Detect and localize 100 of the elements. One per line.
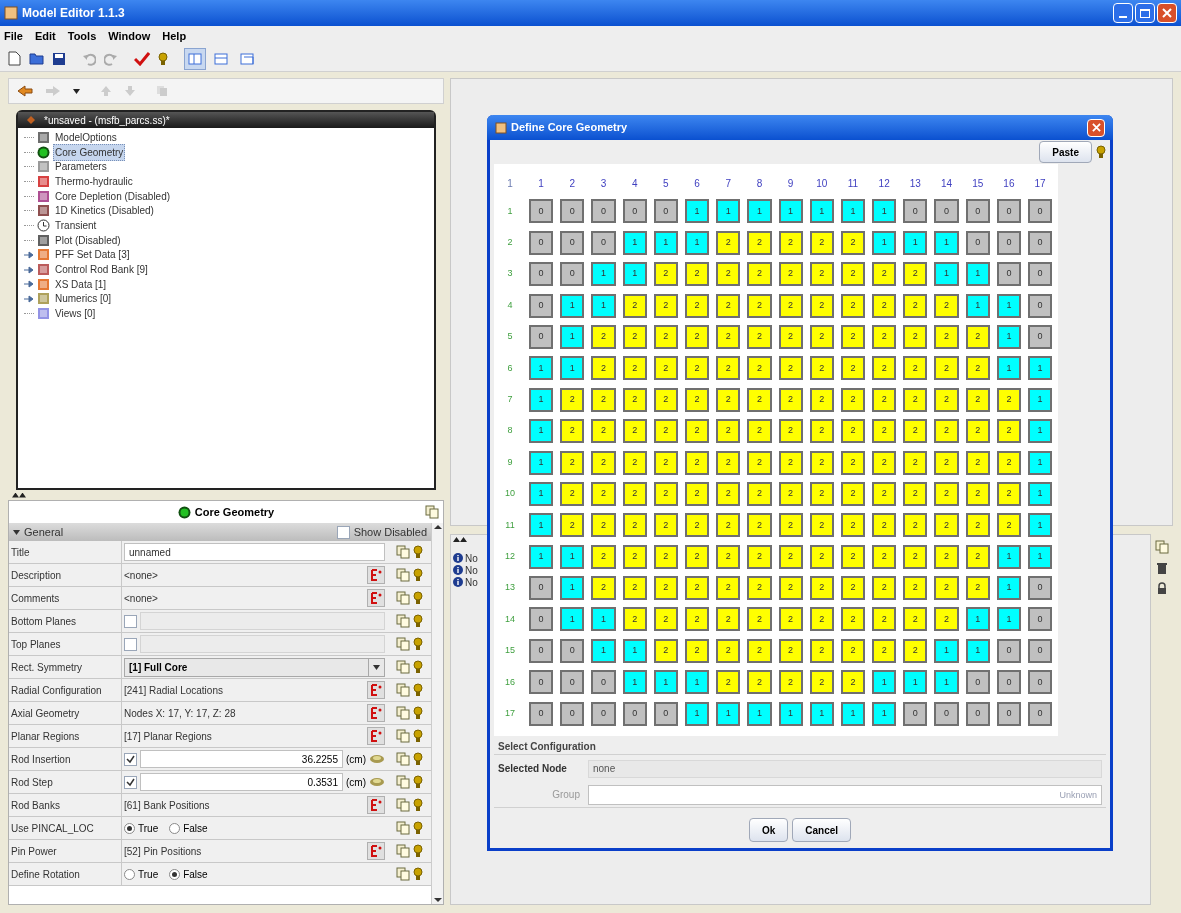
core-node[interactable]: 1 [529,544,554,569]
core-node[interactable]: 2 [840,513,866,538]
core-node[interactable]: 0 [560,670,585,695]
core-node[interactable]: 1 [778,199,803,224]
lightbulb-icon[interactable] [1096,145,1106,159]
core-node[interactable]: 1 [996,293,1021,318]
core-node[interactable]: 2 [778,324,803,349]
core-node[interactable]: 2 [934,576,959,601]
menu-item[interactable]: Edit [34,27,56,45]
expand-handle-icon[interactable] [24,294,34,303]
core-node[interactable]: 2 [653,262,678,287]
copy-icon[interactable] [395,752,410,766]
edit-button[interactable] [367,727,385,745]
core-node[interactable]: 1 [684,230,710,255]
core-node[interactable]: 2 [840,670,866,695]
core-node[interactable]: 2 [716,356,741,381]
core-node[interactable]: 0 [1028,324,1053,349]
core-node[interactable]: 2 [747,450,772,475]
core-node[interactable]: 1 [840,701,866,726]
core-node[interactable]: 2 [872,356,897,381]
dropdown-arrow-icon[interactable] [73,88,80,94]
core-node[interactable]: 2 [591,419,616,444]
core-node[interactable]: 1 [684,701,710,726]
core-node[interactable]: 2 [622,419,647,444]
lightbulb-icon[interactable] [412,752,423,766]
core-node[interactable]: 1 [872,670,897,695]
core-node[interactable]: 0 [934,701,959,726]
core-node[interactable]: 0 [903,701,928,726]
core-node[interactable]: 1 [934,230,959,255]
core-node[interactable]: 1 [747,199,772,224]
core-node[interactable]: 1 [684,670,710,695]
core-node[interactable]: 0 [529,324,554,349]
core-node[interactable]: 2 [903,638,928,663]
core-node[interactable]: 0 [529,199,554,224]
core-node[interactable]: 2 [716,513,741,538]
core-node[interactable]: 0 [996,670,1021,695]
core-node[interactable]: 2 [716,450,741,475]
checkbox[interactable] [124,614,137,628]
core-node[interactable]: 2 [840,230,866,255]
core-node[interactable]: 0 [965,670,990,695]
tree-item[interactable]: PFF Set Data [3] [53,246,132,264]
copy-icon[interactable] [395,775,410,789]
paste-button[interactable]: Paste [1039,141,1092,163]
core-node[interactable]: 1 [1028,513,1053,538]
core-node[interactable]: 1 [529,356,554,381]
core-node[interactable]: 2 [653,481,678,506]
core-node[interactable]: 2 [840,387,866,412]
core-node[interactable]: 2 [653,293,678,318]
core-node[interactable]: 1 [653,230,678,255]
core-node[interactable]: 0 [591,230,616,255]
menu-item[interactable]: Help [162,27,187,45]
checkbox[interactable] [124,637,137,651]
core-node[interactable]: 2 [622,513,647,538]
core-node[interactable]: 1 [840,199,866,224]
core-node[interactable]: 2 [778,544,803,569]
core-node[interactable]: 0 [591,701,616,726]
core-node[interactable]: 2 [716,544,741,569]
core-node[interactable]: 1 [934,670,959,695]
core-node[interactable]: 1 [560,576,585,601]
core-node[interactable]: 1 [560,544,585,569]
expand-handle-icon[interactable] [24,250,34,259]
core-node[interactable]: 2 [934,324,959,349]
core-node[interactable]: 2 [747,544,772,569]
core-node[interactable]: 2 [716,262,741,287]
section-header[interactable]: General Show Disabled [9,523,431,541]
core-node[interactable]: 2 [684,419,710,444]
core-node[interactable]: 0 [996,230,1021,255]
core-node[interactable]: 0 [903,199,928,224]
core-node[interactable]: 2 [840,293,866,318]
core-node[interactable]: 2 [809,576,834,601]
collapse-arrow-icon[interactable] [13,529,20,535]
core-node[interactable]: 2 [965,544,990,569]
core-node[interactable]: 2 [622,293,647,318]
core-node[interactable]: 2 [591,356,616,381]
core-node[interactable]: 2 [872,513,897,538]
core-node[interactable]: 2 [840,324,866,349]
core-node[interactable]: 2 [903,419,928,444]
core-node[interactable]: 2 [684,607,710,632]
core-node[interactable]: 2 [622,356,647,381]
core-node[interactable]: 1 [1028,481,1053,506]
core-node[interactable]: 0 [529,670,554,695]
copy-icon[interactable] [395,821,410,835]
core-node[interactable]: 2 [996,513,1021,538]
core-node[interactable]: 1 [529,419,554,444]
scrollbar[interactable] [431,523,443,904]
core-node[interactable]: 0 [529,607,554,632]
core-node[interactable]: 1 [560,356,585,381]
core-node[interactable]: 2 [560,450,585,475]
edit-button[interactable] [367,796,385,814]
cancel-button[interactable]: Cancel [792,818,852,842]
core-node[interactable]: 2 [809,262,834,287]
lightbulb-icon[interactable] [412,637,423,651]
core-node[interactable]: 0 [529,262,554,287]
core-node[interactable]: 2 [716,607,741,632]
copy-icon[interactable] [395,614,410,628]
copy-icon[interactable] [395,706,410,720]
core-node[interactable]: 2 [560,387,585,412]
core-node[interactable]: 1 [529,481,554,506]
tree-item[interactable]: Core Geometry [53,143,126,161]
core-node[interactable]: 1 [778,701,803,726]
